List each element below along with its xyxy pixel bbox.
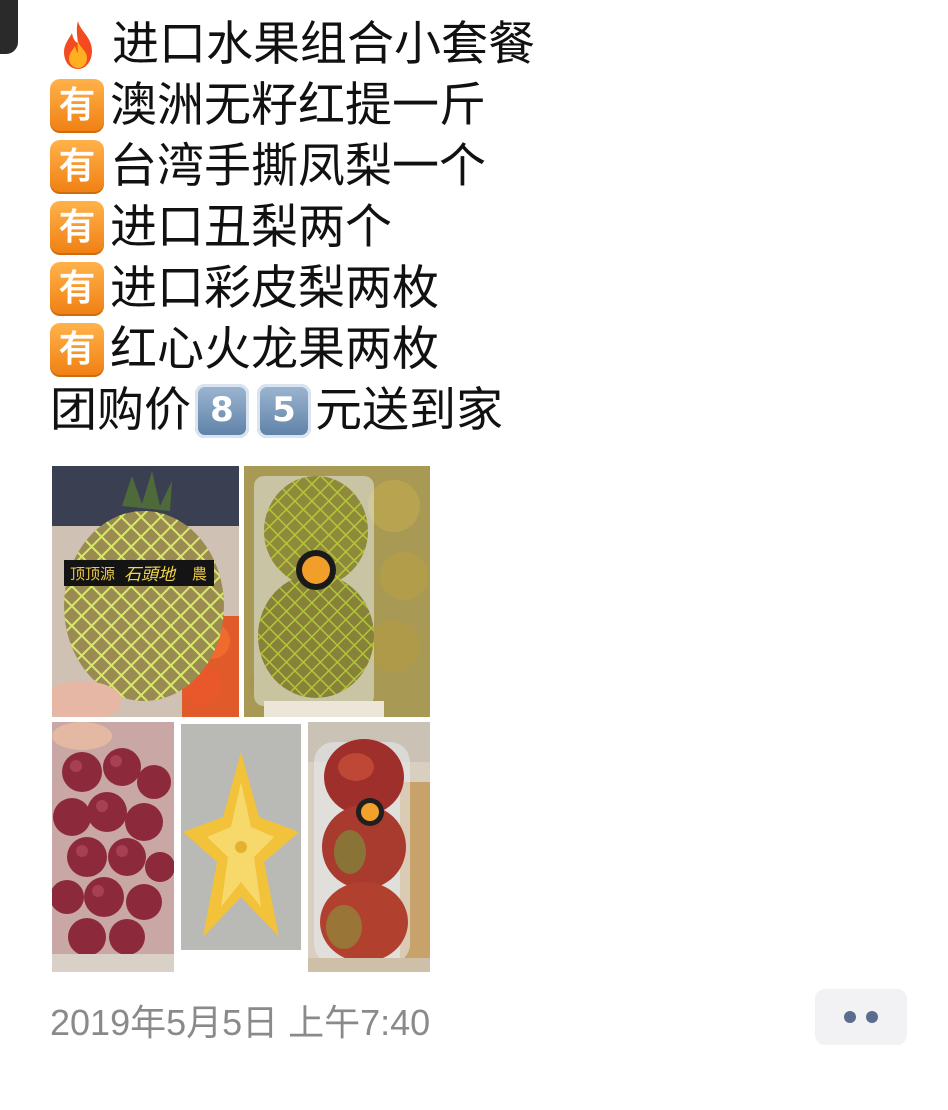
post-title: 进口水果组合小套餐 — [112, 17, 535, 72]
list-item: 有 澳洲无籽红提一斤 — [50, 75, 535, 136]
price-prefix: 团购价 — [50, 383, 191, 438]
more-dots-icon — [866, 1011, 878, 1023]
you-badge-icon: 有 — [50, 200, 104, 255]
you-badge-icon: 有 — [50, 78, 104, 133]
item-text: 进口彩皮梨两枚 — [110, 261, 439, 316]
item-text: 澳洲无籽红提一斤 — [110, 78, 486, 133]
grapes-image — [52, 722, 174, 972]
avatar[interactable] — [0, 0, 18, 54]
photo-star-fruit[interactable] — [179, 722, 303, 972]
more-actions-button[interactable] — [815, 989, 907, 1045]
you-badge-icon: 有 — [50, 261, 104, 316]
pineapple-image: 顶顶源 石頭地 農 — [52, 466, 239, 717]
price-line: 团购价 8 5 元送到家 — [50, 380, 535, 441]
keycap-digit-icon: 5 — [257, 383, 311, 438]
keycap-digit-icon: 8 — [195, 383, 249, 438]
colored-pears-image — [308, 722, 430, 972]
list-item: 有 红心火龙果两枚 — [50, 319, 535, 380]
photo-colored-pears[interactable] — [308, 722, 430, 972]
item-text: 台湾手撕凤梨一个 — [110, 139, 486, 194]
photo-grid: 顶顶源 石頭地 農 — [52, 466, 430, 972]
list-item: 有 进口彩皮梨两枚 — [50, 258, 535, 319]
net-label-right: 農 — [192, 565, 207, 583]
net-label-brand: 石頭地 — [124, 565, 177, 585]
post-title-line: 进口水果组合小套餐 — [50, 14, 535, 75]
net-label-left: 顶顶源 — [70, 565, 115, 583]
fire-icon — [64, 20, 92, 69]
price-suffix: 元送到家 — [315, 383, 503, 438]
ugly-pears-image — [244, 466, 430, 717]
more-dots-icon — [844, 1011, 856, 1023]
item-text: 红心火龙果两枚 — [110, 322, 439, 377]
photo-grapes[interactable] — [52, 722, 174, 972]
star-fruit-image — [179, 722, 303, 972]
item-text: 进口丑梨两个 — [110, 200, 392, 255]
you-badge-icon: 有 — [50, 139, 104, 194]
list-item: 有 台湾手撕凤梨一个 — [50, 136, 535, 197]
photo-pineapple[interactable]: 顶顶源 石頭地 農 — [52, 466, 239, 717]
post-timestamp: 2019年5月5日 上午7:40 — [50, 1002, 431, 1043]
list-item: 有 进口丑梨两个 — [50, 197, 535, 258]
photo-ugly-pears[interactable] — [244, 466, 430, 717]
you-badge-icon: 有 — [50, 322, 104, 377]
post-text: 进口水果组合小套餐 有 澳洲无籽红提一斤 有 台湾手撕凤梨一个 有 进口丑梨两个… — [50, 14, 535, 441]
